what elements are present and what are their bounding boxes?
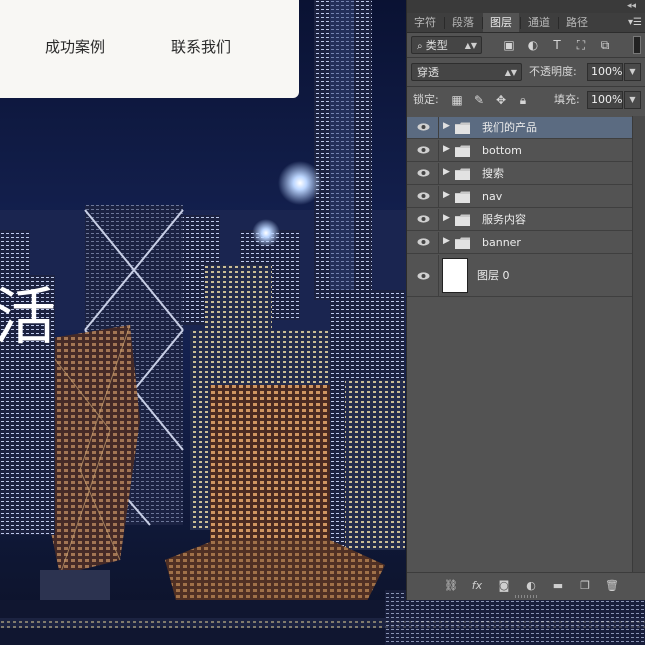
image-filter-icon[interactable]: ▣ <box>502 38 516 52</box>
expand-group-icon[interactable]: ▶ <box>443 236 450 246</box>
expand-group-icon[interactable]: ▶ <box>443 213 450 223</box>
layer-row-layer0[interactable]: 图层 0 <box>407 255 633 297</box>
search-icon: ⌕ <box>417 41 426 52</box>
folder-icon <box>455 237 470 249</box>
expand-group-icon[interactable]: ▶ <box>443 167 450 177</box>
folder-icon <box>455 191 470 203</box>
fill-label: 填充: <box>554 93 580 106</box>
lock-image-pixels-icon[interactable]: ✎ <box>472 93 486 107</box>
opacity-input[interactable]: 100% <box>587 63 623 81</box>
fx-icon[interactable]: fx <box>470 579 484 593</box>
layer-name: 搜索 <box>482 167 504 180</box>
adjustment-filter-icon[interactable]: ◐ <box>526 38 540 52</box>
fill-dropdown-button[interactable]: ▼ <box>624 91 641 109</box>
visibility-eye-icon[interactable] <box>417 122 430 132</box>
tab-character[interactable]: 字符 <box>407 13 443 32</box>
folder-icon <box>455 122 470 134</box>
trash-icon[interactable]: 🗑︎ <box>605 579 619 593</box>
expand-group-icon[interactable]: ▶ <box>443 190 450 200</box>
filter-toggle-switch[interactable] <box>633 36 641 54</box>
visibility-eye-icon[interactable] <box>417 237 430 247</box>
link-layers-icon[interactable]: ⛓ <box>444 579 458 593</box>
nav-link-contact[interactable]: 联系我们 <box>171 36 231 57</box>
lock-transparent-pixels-icon[interactable]: ▦ <box>450 93 464 107</box>
layer-name: nav <box>482 190 503 203</box>
layer-name: 服务内容 <box>482 213 526 226</box>
panel-menu-icon[interactable]: ▾☰ <box>628 13 642 32</box>
tab-channels[interactable]: 通道 <box>521 13 557 32</box>
layer-thumbnail <box>442 258 468 293</box>
layer-name: banner <box>482 236 521 249</box>
hero-heading-fragment: 活 <box>0 280 57 353</box>
add-mask-icon[interactable]: ◙ <box>497 579 511 593</box>
opacity-label: 不透明度: <box>529 65 577 78</box>
layer-name: 图层 0 <box>477 269 510 282</box>
tab-paragraph[interactable]: 段落 <box>445 13 481 32</box>
resize-grip[interactable] <box>515 595 537 598</box>
layer-row-search[interactable]: ▶ 搜索 <box>407 163 633 185</box>
lock-label: 锁定: <box>413 93 439 106</box>
expand-group-icon[interactable]: ▶ <box>443 144 450 154</box>
layer-row-nav[interactable]: ▶ nav <box>407 186 633 208</box>
adjustment-layer-icon[interactable]: ◐ <box>524 579 538 593</box>
tab-paths[interactable]: 路径 <box>559 13 595 32</box>
visibility-eye-icon[interactable] <box>417 145 430 155</box>
layer-row-products[interactable]: ▶ 我们的产品 <box>407 117 633 139</box>
folder-icon <box>455 214 470 226</box>
layers-footer: ⛓ fx ◙ ◐ ▬ ❐ 🗑︎ <box>407 572 645 600</box>
visibility-eye-icon[interactable] <box>417 214 430 224</box>
blend-mode-select[interactable]: 穿透 ▲▼ <box>411 63 522 81</box>
fill-input[interactable]: 100% <box>587 91 623 109</box>
layer-row-bottom[interactable]: ▶ bottom <box>407 140 633 162</box>
lock-position-icon[interactable]: ✥ <box>494 93 508 107</box>
website-nav-bar: 成功案例 联系我们 <box>0 0 299 98</box>
panel-tabs: 字符 段落 图层 通道 路径 ▾☰ <box>407 13 645 33</box>
shape-filter-icon[interactable]: ⛶ <box>574 38 588 52</box>
layer-row-banner[interactable]: ▶ banner <box>407 232 633 254</box>
filter-kind-select[interactable]: ⌕ 类型 ▲▼ <box>411 36 482 54</box>
visibility-eye-icon[interactable] <box>417 271 430 281</box>
new-group-icon[interactable]: ▬ <box>551 579 565 593</box>
nav-link-cases[interactable]: 成功案例 <box>45 36 105 57</box>
layers-list: ▶ 我们的产品 ▶ bottom ▶ 搜索 ▶ nav ▶ 服务内容 ▶ ban… <box>407 116 645 573</box>
visibility-eye-icon[interactable] <box>417 191 430 201</box>
opacity-dropdown-button[interactable]: ▼ <box>624 63 641 81</box>
panel-title-bar[interactable]: ◂◂ <box>407 0 645 13</box>
layers-scrollbar[interactable] <box>632 116 645 573</box>
layer-row-services[interactable]: ▶ 服务内容 <box>407 209 633 231</box>
layer-name: 我们的产品 <box>482 121 537 134</box>
folder-icon <box>455 145 470 157</box>
lock-all-icon[interactable]: 🔒︎ <box>516 93 530 107</box>
collapse-panel-icon[interactable]: ◂◂ <box>627 0 636 13</box>
layers-panel: ◂◂ 字符 段落 图层 通道 路径 ▾☰ ⌕ 类型 ▲▼ ▣ ◐ T ⛶ ⧉ 穿透… <box>406 0 645 600</box>
tab-layers[interactable]: 图层 <box>483 13 519 32</box>
expand-group-icon[interactable]: ▶ <box>443 121 450 131</box>
folder-icon <box>455 168 470 180</box>
type-filter-icon[interactable]: T <box>550 38 564 52</box>
new-layer-icon[interactable]: ❐ <box>578 579 592 593</box>
visibility-eye-icon[interactable] <box>417 168 430 178</box>
layer-name: bottom <box>482 144 522 157</box>
smart-object-filter-icon[interactable]: ⧉ <box>598 38 612 52</box>
